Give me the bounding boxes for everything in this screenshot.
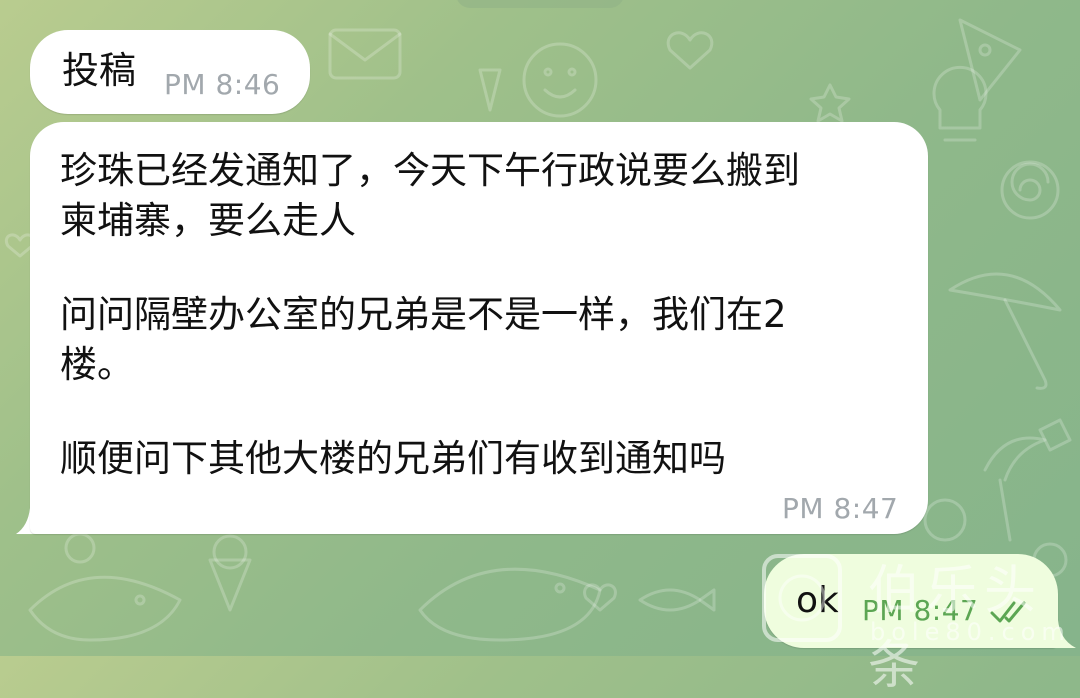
incoming-message-bubble[interactable]: 投稿 PM 8:46 bbox=[30, 30, 310, 114]
message-paragraph: 顺便问下其他大楼的兄弟们有收到通知吗 bbox=[60, 437, 726, 480]
previous-message-edge bbox=[456, 0, 624, 8]
message-paragraph: 珍珠已经发通知了，今天下午行政说要么搬到 柬埔寨，要么走人 bbox=[60, 149, 800, 242]
message-time: PM 8:46 bbox=[164, 68, 281, 101]
incoming-message-bubble[interactable]: 珍珠已经发通知了，今天下午行政说要么搬到 柬埔寨，要么走人 问问隔壁办公室的兄弟… bbox=[30, 122, 928, 534]
message-text: ok bbox=[796, 580, 839, 621]
outgoing-message-bubble[interactable]: ok PM 8:47 bbox=[764, 554, 1058, 648]
bubble-tail bbox=[1050, 620, 1076, 648]
message-time: PM 8:47 bbox=[782, 492, 899, 525]
message-paragraph: 问问隔壁办公室的兄弟是不是一样，我们在2 楼。 bbox=[60, 293, 787, 386]
double-check-icon bbox=[990, 601, 1026, 623]
message-time: PM 8:47 bbox=[862, 594, 979, 627]
message-text: 投稿 bbox=[62, 49, 136, 92]
